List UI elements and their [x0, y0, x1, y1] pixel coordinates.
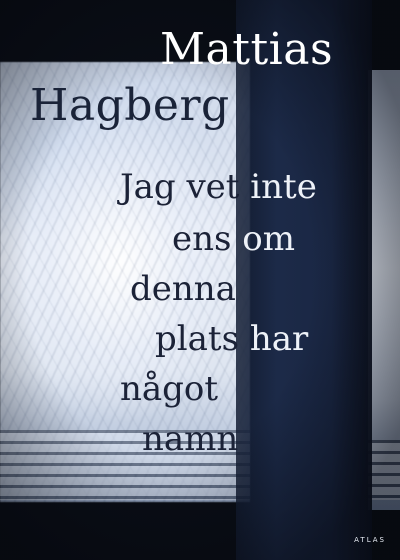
author-first-name: Mattias [160, 24, 334, 75]
title-word: plats [155, 319, 240, 359]
title-word: något [120, 369, 219, 409]
publisher-name: ATLAS [354, 536, 386, 544]
title-line-2: ens om [172, 222, 295, 256]
book-cover: Mattias Hagberg Jag vet inte ens om denn… [0, 0, 400, 560]
title-line-1: Jag vet inte [120, 170, 317, 204]
title-line-6: namn [142, 422, 238, 456]
title-word: har [249, 319, 309, 359]
title-line-5: något [120, 372, 218, 406]
right-railing-image [368, 440, 400, 500]
author-last-name: Hagberg [30, 80, 230, 131]
title-word: Jag vet [120, 167, 240, 207]
title-word: om [242, 219, 295, 259]
title-word: denna [130, 269, 236, 309]
title-word: ens [172, 219, 232, 259]
title-line-4: plats har [155, 322, 308, 356]
title-word: inte [250, 167, 317, 207]
title-word: namn [142, 419, 239, 459]
title-line-3: denna [130, 272, 236, 306]
window-frame-shadow [236, 0, 372, 560]
